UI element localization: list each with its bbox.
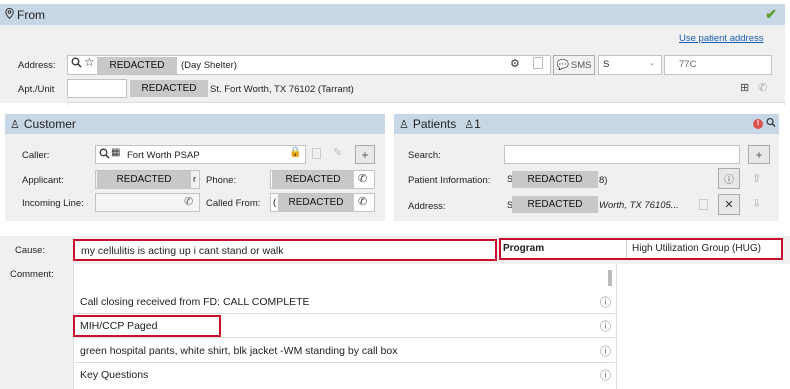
close-icon: ✕ [724, 199, 734, 211]
phone-icon[interactable]: ✆ [358, 195, 367, 208]
search-icon[interactable] [99, 148, 110, 159]
apt-label: Apt./Unit [18, 84, 55, 95]
patient-search-input[interactable] [504, 145, 740, 164]
check-icon: ✔ [765, 6, 777, 22]
sms-label: SMS [570, 59, 592, 71]
address-extra-field [67, 102, 785, 105]
star-icon[interactable]: ☆ [84, 55, 95, 69]
plus-icon: + [361, 147, 369, 162]
phone-redacted: REDACTED [272, 171, 354, 188]
chevron-down-icon: ⌄ [649, 60, 655, 67]
comment-item[interactable]: MIH/CCP Paged ⓘ [73, 314, 615, 338]
comment-text: green hospital pants, white shirt, blk j… [80, 344, 398, 357]
from-title: From [17, 7, 45, 22]
unit-value: 77C [679, 59, 697, 70]
arrow-up-icon[interactable]: ⇧ [752, 172, 761, 185]
apt-redacted: REDACTED [130, 80, 208, 97]
info-icon[interactable]: ⓘ [600, 294, 611, 310]
caller-label: Caller: [22, 150, 50, 161]
cause-label: Cause: [15, 245, 46, 256]
users-icon: ♙ [464, 118, 475, 131]
search-icon[interactable] [71, 57, 82, 68]
cause-value: my cellulitis is acting up i cant stand … [81, 245, 284, 257]
patient-info-label: Patient Information: [408, 175, 491, 186]
program-value: High Utilization Group (HUG) [632, 243, 761, 254]
customer-header: ♙ Customer [5, 114, 385, 134]
gear-icon[interactable]: ⚙ [510, 57, 520, 70]
patient-address-suffix: Worth, TX 76105... [599, 200, 679, 211]
address-redacted: REDACTED [97, 57, 177, 74]
copy-icon[interactable] [699, 199, 708, 210]
scrollbar-thumb[interactable] [608, 270, 612, 286]
info-icon[interactable]: ⓘ [600, 343, 611, 359]
building-icon: ▦ [111, 147, 121, 158]
patients-header: ♙ Patients ♙ 1 ! [394, 114, 779, 134]
address-suffix: (Day Shelter) [181, 60, 237, 71]
remove-patient-button[interactable]: ✕ [718, 194, 740, 215]
user-icon: ♙ [399, 118, 409, 131]
patients-title: Patients [412, 117, 457, 131]
chat-icon: 💬 [556, 59, 569, 71]
plus-icon: + [755, 147, 763, 162]
copy-icon[interactable] [533, 57, 543, 69]
apt-input[interactable] [67, 79, 127, 98]
info-icon[interactable]: ⓘ [600, 367, 611, 383]
map-icon[interactable]: ⊞ [740, 81, 749, 94]
phone-icon[interactable]: ✆ [358, 172, 367, 185]
search-icon[interactable] [766, 117, 776, 131]
patient-info-redacted: REDACTED [512, 171, 598, 188]
patient-info-suffix: 8) [599, 175, 608, 186]
called-from-redacted: REDACTED [278, 194, 354, 211]
patient-search-label: Search: [408, 150, 441, 161]
location-pin-icon [5, 7, 14, 22]
called-from-prefix: ( [273, 197, 277, 208]
patient-address-redacted: REDACTED [512, 196, 598, 213]
from-header: From ✔ [0, 4, 785, 25]
phone-label: Phone: [206, 175, 237, 186]
alert-icon: ! [753, 119, 763, 129]
address-label: Address: [18, 60, 56, 71]
caller-value: Fort Worth PSAP [127, 150, 200, 161]
comment-text: Key Questions [80, 369, 149, 381]
info-icon[interactable]: ⓘ [600, 318, 611, 334]
cause-input[interactable]: my cellulitis is acting up i cant stand … [73, 239, 497, 261]
customer-title: Customer [23, 117, 76, 131]
user-icon: ♙ [10, 118, 20, 131]
lock-icon[interactable]: 🔒 [289, 147, 301, 158]
applicant-label: Applicant: [22, 175, 64, 186]
direction-value: S [603, 59, 610, 70]
comment-label: Comment: [10, 269, 54, 280]
comment-label-column [0, 264, 73, 389]
pencil-icon[interactable]: ✎ [333, 146, 342, 159]
arrow-down-icon[interactable]: ⇩ [752, 197, 761, 210]
apt-address-text: St. Fort Worth, TX 76102 (Tarrant) [210, 84, 354, 95]
patients-count: 1 [474, 117, 481, 131]
add-caller-button[interactable]: + [355, 145, 375, 164]
patient-info-button[interactable]: ⓘ [718, 168, 740, 189]
program-divider [626, 240, 627, 258]
highlight-box [73, 315, 221, 337]
applicant-tail: r [193, 174, 196, 184]
info-icon: ⓘ [724, 175, 734, 186]
sms-button[interactable]: 💬 SMS [553, 55, 595, 75]
add-patient-button[interactable]: + [748, 145, 770, 164]
comment-item[interactable]: green hospital pants, white shirt, blk j… [75, 339, 615, 363]
applicant-redacted: REDACTED [97, 171, 191, 188]
phone-icon[interactable]: ✆ [758, 81, 767, 94]
comment-item[interactable]: Key Questions ⓘ [75, 363, 615, 387]
called-from-label: Called From: [206, 198, 261, 209]
patient-address-label: Address: [408, 201, 446, 212]
comment-item[interactable]: Call closing received from FD: CALL COMP… [75, 290, 615, 314]
copy-icon[interactable] [312, 148, 321, 159]
phone-icon[interactable]: ✆ [184, 195, 193, 208]
incoming-line-label: Incoming Line: [22, 198, 84, 209]
use-patient-address-link[interactable]: Use patient address [679, 33, 764, 44]
comment-text: Call closing received from FD: CALL COMP… [80, 295, 310, 308]
unit-input[interactable]: 77C [664, 55, 772, 75]
direction-select[interactable]: S ⌄ [598, 55, 662, 75]
program-label: Program [503, 243, 545, 254]
